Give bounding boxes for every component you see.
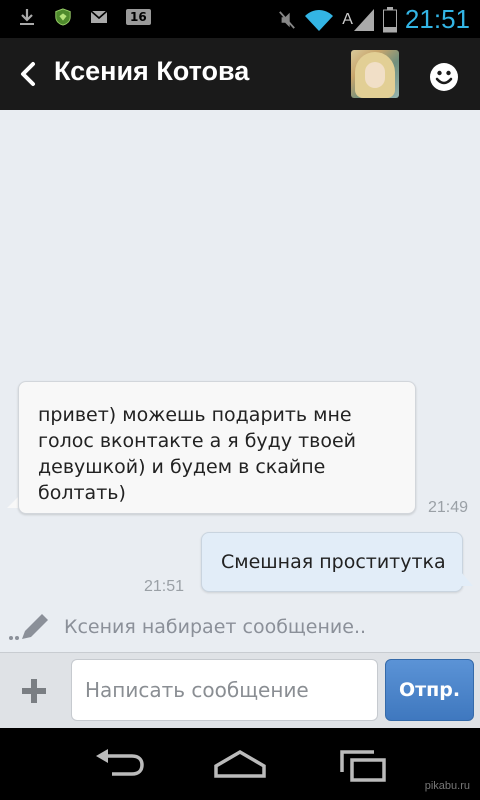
back-button[interactable] (14, 60, 42, 88)
back-icon[interactable] (92, 748, 148, 782)
battery-badge: 16 (126, 9, 151, 25)
home-icon[interactable] (212, 748, 268, 782)
send-button[interactable]: Отпр. (385, 659, 474, 721)
shield-icon (54, 8, 72, 26)
mail-icon (90, 8, 108, 26)
chevron-left-icon (21, 62, 35, 86)
message-list[interactable]: привет) можешь подарить мне голос вконта… (0, 110, 480, 652)
network-type: A (342, 10, 353, 28)
wifi-icon (304, 8, 334, 32)
watermark: pikabu.ru (424, 780, 470, 792)
status-bar: 16 A 21:51 (0, 0, 480, 38)
recent-apps-icon[interactable] (334, 748, 390, 782)
plus-icon (22, 679, 46, 703)
chat-header: Ксения Котова (0, 38, 480, 110)
mute-icon (278, 10, 296, 29)
message-input[interactable]: Написать сообщение (71, 659, 378, 721)
signal-icon (353, 8, 375, 32)
outgoing-bubble-tail (461, 572, 473, 586)
message-text: привет) можешь подарить мне голос вконта… (38, 404, 357, 504)
download-icon (18, 8, 36, 26)
pencil-icon (9, 614, 48, 640)
message-text: Смешная проститутка (221, 551, 446, 573)
typing-indicator: Ксения набирает сообщение.. (8, 612, 366, 642)
contact-avatar[interactable] (351, 50, 399, 98)
outgoing-message[interactable]: Смешная проститутка (201, 532, 463, 592)
battery-icon (382, 6, 397, 33)
system-navbar: pikabu.ru (0, 728, 480, 800)
message-time: 21:51 (144, 578, 185, 595)
smiley-icon[interactable] (429, 62, 459, 92)
attach-button[interactable] (20, 677, 48, 705)
status-clock: 21:51 (404, 4, 470, 34)
incoming-message[interactable]: привет) можешь подарить мне голос вконта… (18, 381, 416, 514)
composer: Написать сообщение Отпр. (0, 652, 480, 728)
contact-name[interactable]: Ксения Котова (54, 56, 249, 87)
message-time: 21:49 (428, 499, 469, 516)
typing-text: Ксения набирает сообщение.. (64, 616, 367, 638)
